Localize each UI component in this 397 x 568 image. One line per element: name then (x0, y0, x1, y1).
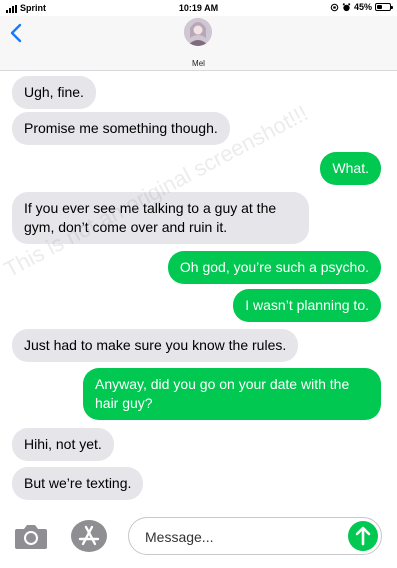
battery-fill (377, 5, 383, 9)
input-bar (0, 508, 397, 568)
incoming-message[interactable]: If you ever see me talking to a guy at t… (12, 192, 309, 244)
send-button[interactable] (348, 521, 378, 551)
outgoing-message[interactable]: What. (320, 152, 381, 185)
chevron-left-icon[interactable] (8, 22, 24, 44)
incoming-message[interactable]: Ugh, fine. (12, 76, 96, 109)
outgoing-message[interactable]: I wasn’t planning to. (233, 289, 381, 322)
status-bar: Sprint 10:19 AM 45% (0, 0, 397, 16)
conversation-header: Mel (0, 16, 397, 71)
incoming-message[interactable]: Just had to make sure you know the rules… (12, 329, 299, 362)
appstore-icon[interactable] (70, 519, 108, 553)
incoming-message[interactable]: Hihi, not yet. (12, 428, 114, 461)
outgoing-message[interactable]: Anyway, did you go on your date with the… (83, 368, 381, 420)
alarm-icon (342, 2, 351, 11)
send-arrow-icon (355, 526, 371, 546)
message-thread[interactable]: Ugh, fine. Promise me something though. … (0, 71, 397, 508)
incoming-message[interactable]: But we’re texting. (12, 467, 144, 500)
outgoing-message[interactable]: Oh god, you’re such a psycho. (167, 251, 381, 284)
avatar-image (184, 18, 212, 46)
avatar[interactable] (184, 18, 212, 46)
message-composer[interactable] (128, 517, 382, 555)
camera-icon[interactable] (14, 522, 48, 550)
battery-percent: 45% (353, 2, 372, 12)
battery-icon (375, 3, 393, 11)
message-input[interactable] (145, 528, 335, 546)
incoming-message[interactable]: Promise me something though. (12, 112, 230, 145)
status-right: 45% (330, 2, 393, 12)
rotation-lock-icon (330, 3, 339, 11)
contact-name[interactable]: Mel (0, 59, 397, 68)
